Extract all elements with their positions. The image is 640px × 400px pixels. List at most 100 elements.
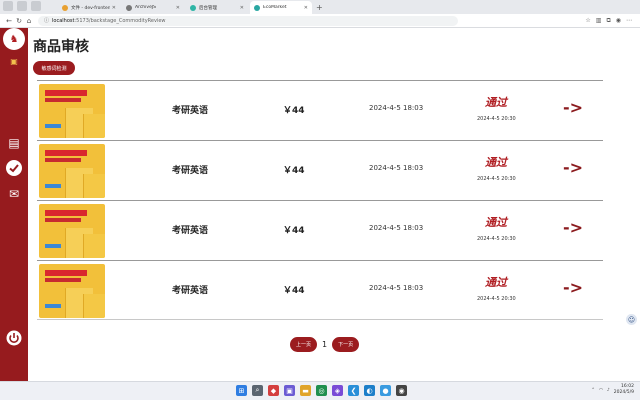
sensitive-word-check-button[interactable]: 敏感词检测: [33, 61, 75, 75]
app-icon[interactable]: ▣: [284, 385, 295, 396]
power-icon[interactable]: [6, 330, 22, 346]
home-icon[interactable]: ⌂: [24, 17, 34, 25]
commodity-price: ￥44: [283, 286, 305, 296]
tab-label: 文件 - dev-frontend - 共享云盘: [71, 5, 110, 11]
folder-icon[interactable]: ▬: [300, 385, 311, 396]
assistant-float-icon[interactable]: ☺: [626, 314, 637, 325]
tab-close-icon[interactable]: ✕: [304, 5, 308, 11]
submit-time: 2024-4-5 18:03: [369, 224, 424, 232]
review-status: 通过: [485, 276, 507, 289]
app-icon[interactable]: ◈: [332, 385, 343, 396]
commodity-name: 考研英语: [172, 226, 209, 236]
review-status: 通过: [485, 156, 507, 169]
browser-tab-0[interactable]: 文件 - dev-frontend - 共享云盘 ✕: [58, 1, 120, 14]
commodity-name: 考研英语: [172, 106, 209, 116]
submit-time: 2024-4-5 18:03: [369, 164, 424, 172]
sidebar: ♞ ▣ ▤ ✉: [0, 28, 28, 381]
app-icon[interactable]: ●: [380, 385, 391, 396]
profile-icon[interactable]: ◉: [616, 17, 621, 25]
tab-label: 后台管理: [199, 5, 217, 11]
prev-page-button[interactable]: 上一页: [290, 337, 318, 352]
product-image[interactable]: [39, 264, 105, 318]
commodity-name: 考研英语: [172, 166, 209, 176]
clock[interactable]: 16:02 2024/5/9: [614, 384, 634, 396]
vscode-icon[interactable]: ❮: [348, 385, 359, 396]
tab-label: ArchiveJS: [135, 5, 157, 10]
commodity-name: 考研英语: [172, 286, 209, 296]
commodity-row: 考研英语 ￥44 2024-4-5 18:03 通过 2024-4-5 20:3…: [37, 260, 603, 320]
detail-arrow-button[interactable]: ->: [563, 218, 583, 237]
submit-time: 2024-4-5 18:03: [369, 284, 424, 292]
url-host: localhost: [52, 17, 75, 24]
browser-tab-1[interactable]: ArchiveJS ✕: [122, 1, 184, 14]
browser-tab-2[interactable]: 后台管理 ✕: [186, 1, 248, 14]
review-time: 2024-4-5 20:30: [477, 236, 516, 242]
collections-icon[interactable]: ⧉: [606, 17, 610, 25]
commodity-price: ￥44: [283, 166, 305, 176]
submit-time: 2024-4-5 18:03: [369, 104, 424, 112]
browser-tab-3[interactable]: EcoMarket ✕: [250, 1, 312, 14]
next-page-button[interactable]: 下一页: [332, 337, 360, 352]
commodity-row: 考研英语 ￥44 2024-4-5 18:03 通过 2024-4-5 20:3…: [37, 140, 603, 200]
edge-icon[interactable]: ◐: [364, 385, 375, 396]
commodity-price: ￥44: [283, 226, 305, 236]
goods-icon[interactable]: ▤: [6, 135, 22, 151]
page-title: 商品审核: [33, 39, 89, 55]
tab-favicon: [190, 4, 196, 11]
user-avatar-icon[interactable]: ▣: [9, 57, 19, 67]
tab-favicon: [62, 4, 68, 11]
tab-favicon: [254, 4, 260, 11]
check-icon[interactable]: [6, 160, 22, 176]
system-tray: ⌃ ◠ ♪ 16:02 2024/5/9: [591, 384, 634, 396]
clock-date: 2024/5/9: [613, 390, 634, 395]
tab-close-icon[interactable]: ✕: [240, 5, 244, 11]
info-icon: ⓘ: [44, 18, 50, 24]
wifi-icon[interactable]: ◠: [599, 388, 603, 393]
volume-icon[interactable]: ♪: [607, 388, 610, 393]
tab-close-icon[interactable]: ✕: [176, 5, 180, 11]
address-bar: ← ↻ ⌂ ⓘ localhost :5173/backstage_Commod…: [0, 14, 640, 28]
main-content: 商品审核 敏感词检测 考研英语 ￥44 2024-4-5 18:03 通过 20…: [28, 28, 640, 381]
brand-logo-icon[interactable]: ♞: [3, 28, 25, 50]
new-tab-icon[interactable]: +: [316, 2, 323, 14]
tab-label: EcoMarket: [263, 5, 287, 10]
favorite-icon[interactable]: ☆: [585, 17, 590, 25]
more-icon[interactable]: ⋯: [626, 17, 632, 25]
url-path: :5173/backstage_CommodityReview: [74, 17, 166, 24]
commodity-row: 考研英语 ￥44 2024-4-5 18:03 通过 2024-4-5 20:3…: [37, 80, 603, 140]
commodity-list: 考研英语 ￥44 2024-4-5 18:03 通过 2024-4-5 20:3…: [37, 80, 603, 320]
tray-chevron-icon[interactable]: ⌃: [591, 388, 595, 393]
commodity-row: 考研英语 ￥44 2024-4-5 18:03 通过 2024-4-5 20:3…: [37, 200, 603, 260]
tab-favicon: [126, 4, 132, 11]
reload-icon[interactable]: ↻: [14, 17, 24, 25]
split-icon[interactable]: ▥: [596, 17, 602, 25]
app-icon[interactable]: ◉: [396, 385, 407, 396]
current-page[interactable]: 1: [322, 340, 327, 349]
detail-arrow-button[interactable]: ->: [563, 278, 583, 297]
tab-close-icon[interactable]: ✕: [112, 5, 116, 11]
url-field[interactable]: ⓘ localhost :5173/backstage_CommodityRev…: [38, 15, 458, 26]
browser-chrome: 文件 - dev-frontend - 共享云盘 ✕ ArchiveJS ✕ 后…: [0, 0, 640, 28]
browser-toolbar: ☆ ▥ ⧉ ◉ ⋯: [585, 17, 636, 25]
review-status: 通过: [485, 96, 507, 109]
pagination: 上一页 1 下一页: [290, 337, 360, 352]
app-icon[interactable]: ◎: [316, 385, 327, 396]
product-image[interactable]: [39, 84, 105, 138]
review-time: 2024-4-5 20:30: [477, 296, 516, 302]
product-image[interactable]: [39, 204, 105, 258]
detail-arrow-button[interactable]: ->: [563, 98, 583, 117]
review-time: 2024-4-5 20:30: [477, 116, 516, 122]
tab-strip: 文件 - dev-frontend - 共享云盘 ✕ ArchiveJS ✕ 后…: [0, 0, 640, 14]
product-image[interactable]: [39, 144, 105, 198]
search-icon[interactable]: ⌕: [252, 385, 263, 396]
commodity-price: ￥44: [283, 106, 305, 116]
taskbar-apps: ⊞ ⌕ ◆ ▣ ▬ ◎ ◈ ❮ ◐ ● ◉: [236, 385, 407, 396]
message-icon[interactable]: ✉: [6, 186, 22, 202]
review-time: 2024-4-5 20:30: [477, 176, 516, 182]
review-status: 通过: [485, 216, 507, 229]
detail-arrow-button[interactable]: ->: [563, 158, 583, 177]
taskbar: ⊞ ⌕ ◆ ▣ ▬ ◎ ◈ ❮ ◐ ● ◉ ⌃ ◠ ♪ 16:02 2024/5…: [0, 381, 640, 400]
back-icon[interactable]: ←: [4, 17, 14, 25]
start-icon[interactable]: ⊞: [236, 385, 247, 396]
app-icon[interactable]: ◆: [268, 385, 279, 396]
